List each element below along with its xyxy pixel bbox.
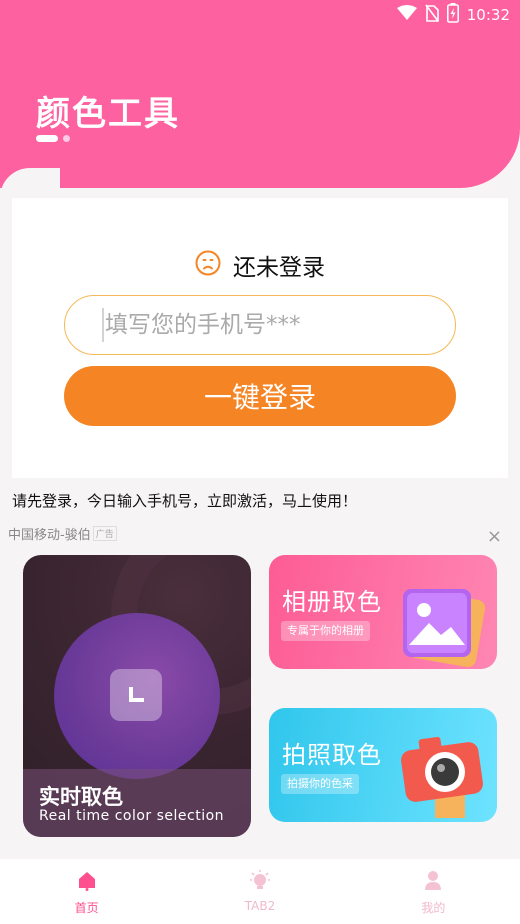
- text-caret: [102, 308, 104, 342]
- nav-label-home: 首页: [74, 901, 99, 915]
- nav-item-home[interactable]: 首页: [0, 859, 173, 924]
- battery-charging-icon: [446, 3, 459, 27]
- phone-input[interactable]: [64, 295, 456, 355]
- photo-subtitle: 拍摄你的色采: [281, 774, 359, 794]
- sim-off-icon: [425, 4, 439, 26]
- wifi-icon: [396, 5, 417, 25]
- login-card: 还未登录 一键登录: [12, 198, 508, 478]
- banner-indicator: [36, 135, 70, 142]
- crop-icon: [110, 669, 162, 721]
- ad-close-button[interactable]: ×: [487, 528, 502, 546]
- close-icon: ×: [486, 526, 502, 547]
- user-icon: [422, 869, 444, 895]
- album-title: 相册取色: [282, 588, 382, 616]
- indicator-dot-active: [36, 135, 58, 142]
- realtime-title: 实时取色: [39, 785, 123, 809]
- indicator-dot: [63, 135, 70, 142]
- nav-label-mine: 我的: [421, 901, 446, 915]
- status-time: 10:32: [466, 6, 510, 24]
- album-color-card[interactable]: 相册取色 专属于你的相册: [269, 555, 497, 669]
- login-status: 还未登录: [12, 248, 508, 282]
- realtime-subtitle: Real time color selection: [39, 808, 225, 824]
- nav-item-mine[interactable]: 我的: [347, 859, 520, 924]
- bottom-nav: 首页 TAB2 我的: [0, 859, 520, 924]
- realtime-color-card[interactable]: 实时取色 Real time color selection: [23, 555, 251, 837]
- album-subtitle: 专属于你的相册: [281, 621, 370, 641]
- login-notice: 请先登录，今日输入手机号，立即激活，马上使用！: [12, 492, 358, 510]
- login-status-text: 还未登录: [233, 255, 325, 281]
- ad-tag: 广告: [92, 526, 117, 541]
- image-icon: [397, 583, 493, 669]
- home-icon: [76, 869, 98, 895]
- bulb-icon: [249, 869, 271, 895]
- camera-icon: [397, 730, 493, 822]
- ad-source-text: 中国移动-骏伯: [8, 528, 91, 543]
- one-click-login-button[interactable]: 一键登录: [64, 366, 456, 426]
- page-title: 颜色工具: [36, 94, 180, 134]
- nav-item-tab2[interactable]: TAB2: [173, 859, 346, 924]
- photo-color-card[interactable]: 拍照取色 拍摄你的色采: [269, 708, 497, 822]
- ad-label[interactable]: 中国移动-骏伯 广告: [8, 524, 117, 543]
- photo-title: 拍照取色: [282, 741, 382, 769]
- status-bar: 10:32: [396, 3, 510, 27]
- nav-label-tab2: TAB2: [244, 899, 276, 913]
- sad-face-icon: [195, 250, 221, 280]
- header: 10:32 颜色工具: [0, 0, 520, 188]
